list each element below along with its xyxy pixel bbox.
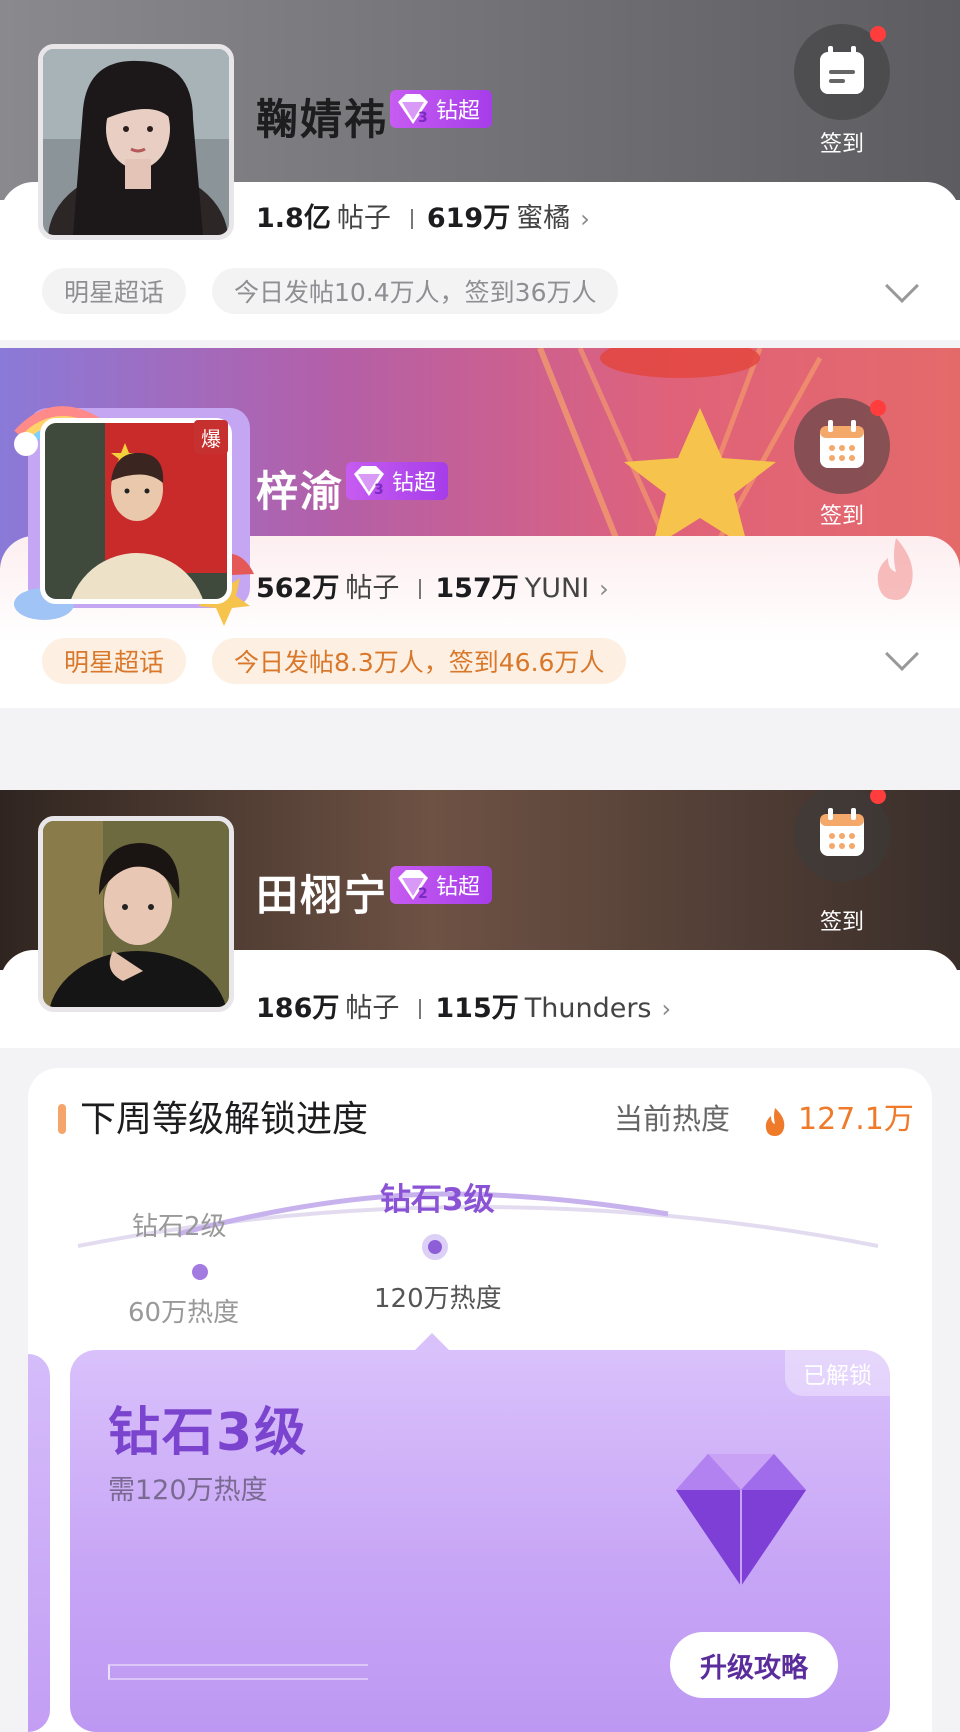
supertopic-card-3[interactable]: 田栩宁 2 钻超 签到 186万 帖子 115万 Thunders › [0, 790, 960, 1048]
flame-icon [866, 534, 926, 608]
fans-count: 157万 [435, 573, 519, 604]
vip-label: 钻超 [436, 875, 481, 900]
title-accent-bar [58, 1104, 66, 1134]
upgrade-guide-button[interactable]: 升级攻略 [670, 1632, 838, 1698]
chevron-right-icon: › [661, 995, 672, 1023]
badge-level: 3 [418, 110, 428, 126]
level-3-name: 钻石3级 [380, 1182, 495, 1218]
level-progress-panel: 下周等级解锁进度 当前热度 127.1万 钻石2级 60万热度 钻石3级 120… [28, 1068, 932, 1732]
supertopic-card-1[interactable]: 鞠婧祎 3 钻超 签到 1.8亿 帖子 619万 蜜橘 › 明星超话 今日发帖10.4万… [0, 0, 960, 340]
category-tag[interactable]: 明星超话 [42, 268, 187, 314]
level-card[interactable]: 已解锁 钻石3级 需120万热度 升级攻略 [70, 1350, 890, 1732]
badge-level: 2 [418, 886, 428, 902]
topic-name[interactable]: 梓渝 [256, 458, 344, 519]
avatar-photo [43, 821, 229, 1007]
level-2-requirement: 60万热度 [128, 1298, 240, 1328]
current-heat-label: 当前热度 [614, 1102, 731, 1136]
activity-tag: 今日发帖8.3万人，签到46.6万人 [212, 638, 627, 684]
chevron-right-icon: › [580, 205, 590, 233]
topic-stats[interactable]: 186万 帖子 115万 Thunders › [256, 986, 671, 1025]
activity-tag: 今日发帖10.4万人，签到36万人 [212, 268, 619, 314]
notification-dot [870, 26, 886, 42]
posts-count: 562万 [256, 573, 340, 604]
posts-label: 帖子 [345, 573, 400, 604]
level-card-subtitle: 需120万热度 [108, 1475, 268, 1506]
posts-count: 1.8亿 [256, 203, 331, 234]
badge-level: 3 [374, 482, 384, 498]
posts-label: 帖子 [345, 993, 400, 1024]
level-3-dot [422, 1234, 448, 1260]
fans-label: 蜜橘 [516, 203, 571, 234]
vip-label: 钻超 [436, 99, 481, 124]
vip-badge: 3 钻超 [346, 462, 449, 500]
status-badge: 已解锁 [785, 1350, 890, 1396]
divider [419, 579, 422, 599]
progress-bar-placeholder [108, 1664, 368, 1680]
level-card-title: 钻石3级 [108, 1403, 309, 1463]
topic-name[interactable]: 鞠婧祎 [256, 86, 388, 147]
checkin-label: 签到 [819, 132, 864, 157]
current-heat-value: 127.1万 [798, 1102, 914, 1137]
checkin-button[interactable] [794, 790, 890, 882]
diamond-icon [676, 1454, 806, 1586]
diamond-icon: 3 [398, 94, 428, 126]
panel-title: 下周等级解锁进度 [80, 1099, 369, 1140]
level-3-requirement: 120万热度 [374, 1284, 502, 1314]
supertopic-card-2[interactable]: 爆 梓渝 3 钻超 签到 562万 帖子 157万 YUNI › 明星超话 今日发帖8.… [0, 348, 960, 708]
vip-badge: 2 钻超 [390, 866, 493, 904]
diamond-icon: 2 [398, 870, 428, 902]
divider [410, 209, 413, 229]
fans-label: YUNI [524, 573, 590, 604]
avatar[interactable] [38, 816, 234, 1012]
notification-dot [870, 400, 886, 416]
chevron-right-icon: › [599, 575, 609, 603]
posts-count: 186万 [256, 993, 340, 1024]
fans-label: Thunders [524, 993, 652, 1024]
posts-label: 帖子 [336, 203, 391, 234]
vip-badge: 3 钻超 [390, 90, 493, 128]
level-2-name: 钻石2级 [132, 1212, 227, 1242]
divider [419, 999, 422, 1019]
fans-count: 115万 [435, 993, 519, 1024]
fans-count: 619万 [426, 203, 511, 234]
checkin-button[interactable] [794, 24, 890, 120]
topic-stats[interactable]: 1.8亿 帖子 619万 蜜橘 › [256, 196, 590, 235]
avatar-photo [43, 49, 229, 235]
vip-label: 钻超 [392, 471, 437, 496]
topic-name[interactable]: 田栩宁 [256, 862, 388, 923]
checkin-button[interactable] [794, 398, 890, 494]
category-tag[interactable]: 明星超话 [42, 638, 187, 684]
diamond-icon: 3 [354, 466, 384, 498]
previous-level-card[interactable] [28, 1354, 50, 1732]
topic-stats[interactable]: 562万 帖子 157万 YUNI › [256, 566, 609, 605]
checkin-label: 签到 [819, 910, 864, 935]
flame-icon [760, 1106, 790, 1142]
checkin-label: 签到 [819, 504, 864, 529]
hot-badge: 爆 [194, 420, 228, 454]
avatar[interactable] [38, 44, 234, 240]
level-2-dot [192, 1264, 208, 1280]
